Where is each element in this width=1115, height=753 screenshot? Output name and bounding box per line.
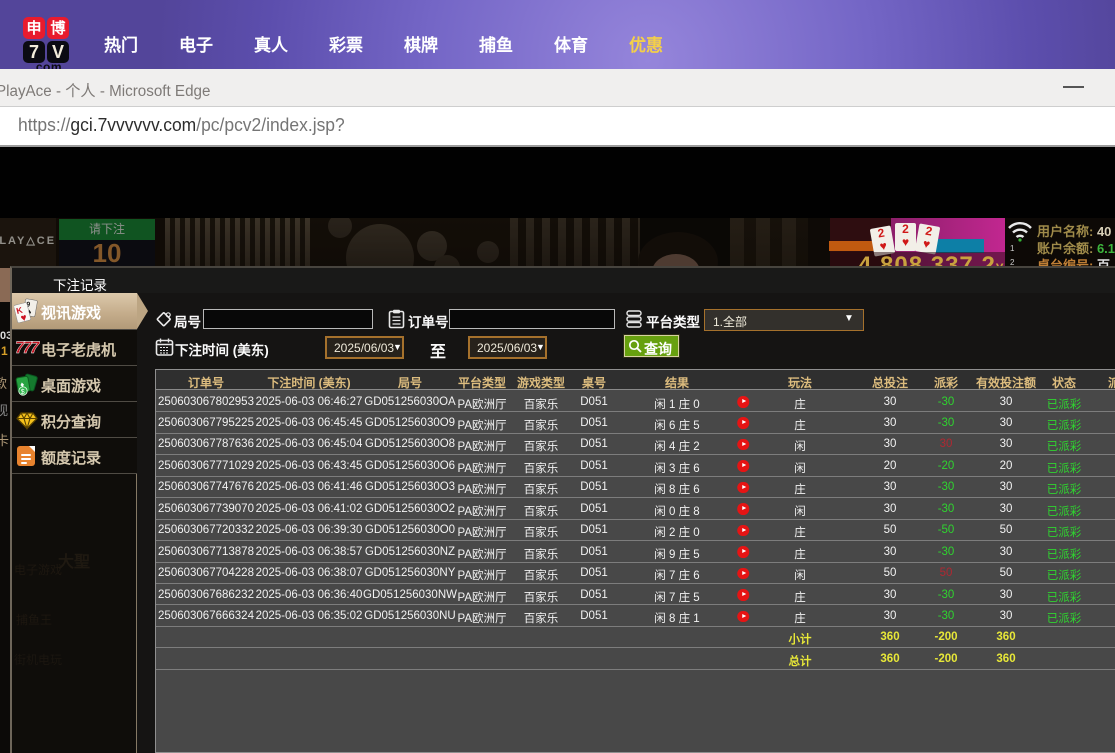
svg-text:$: $ (21, 389, 25, 396)
svg-text:777: 777 (15, 338, 40, 357)
